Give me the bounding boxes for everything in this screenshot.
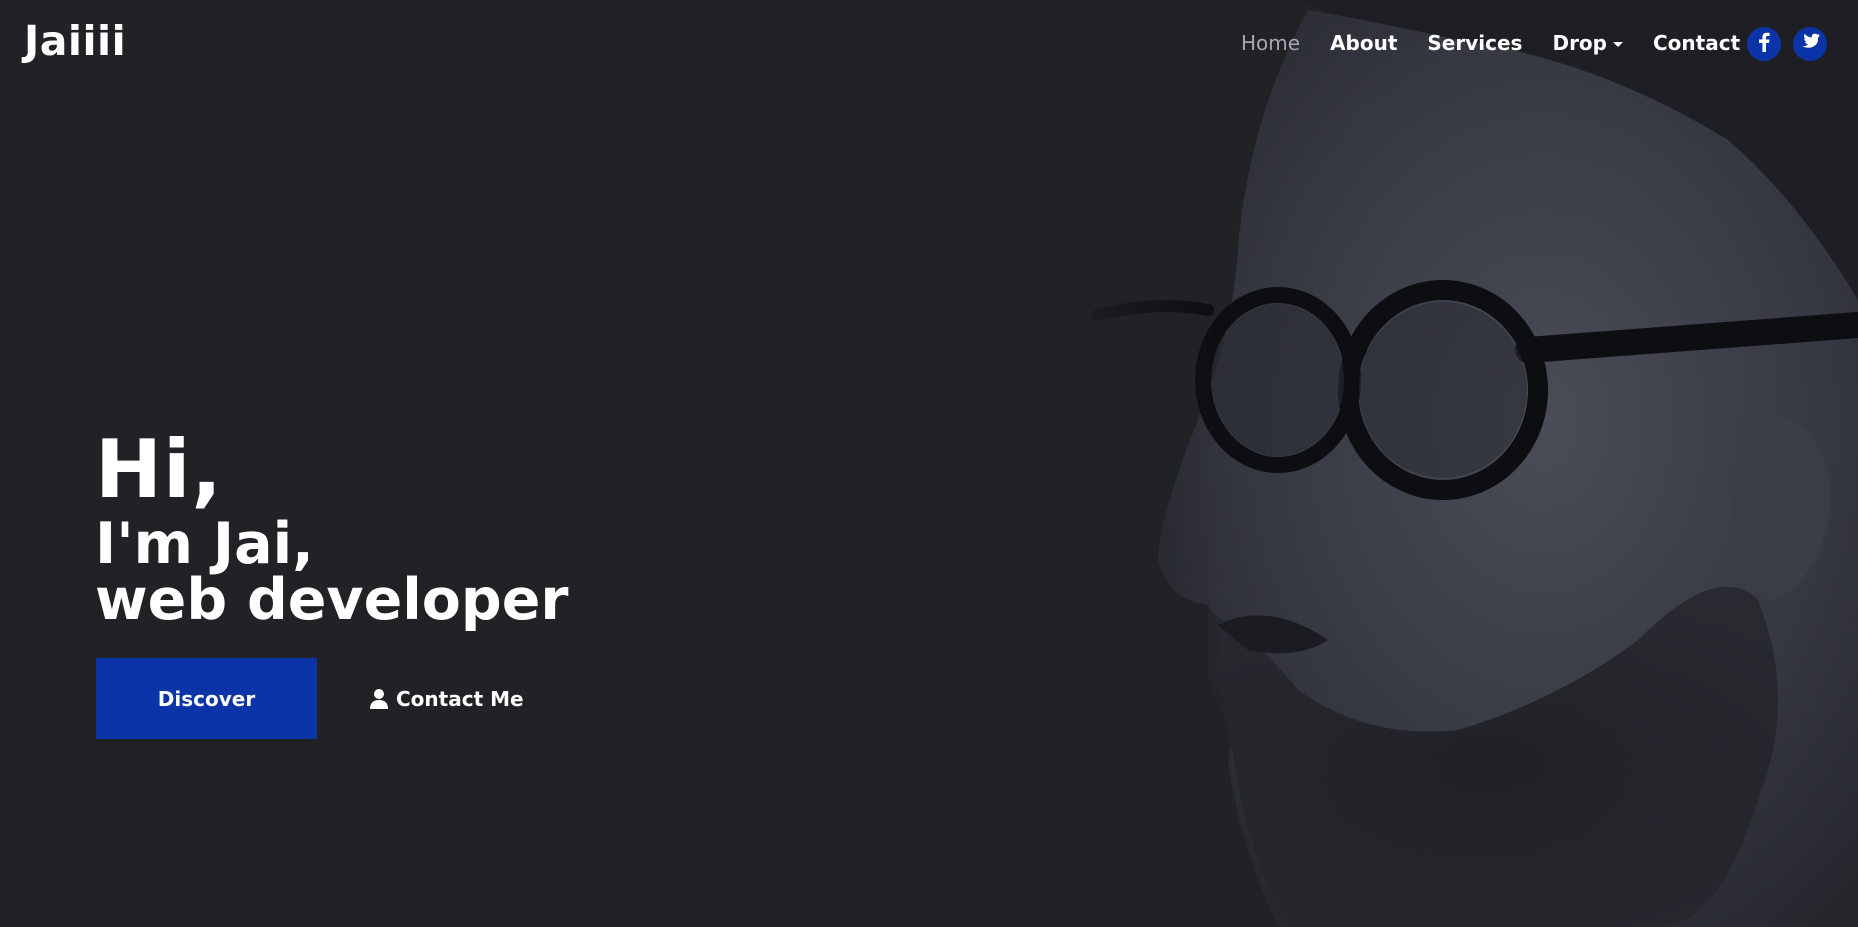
nav-item-home[interactable]: Home xyxy=(1241,31,1300,55)
hero-name-line: I'm Jai, xyxy=(95,511,314,577)
nav-item-drop-label: Drop xyxy=(1552,31,1607,55)
facebook-button[interactable] xyxy=(1747,27,1781,61)
navbar: Jaiiii Home About Services Drop Contact xyxy=(0,0,1858,86)
nav-item-drop[interactable]: Drop xyxy=(1552,31,1623,55)
facebook-icon xyxy=(1758,32,1770,57)
contact-me-label: Contact Me xyxy=(396,687,524,711)
nav-menu: Home About Services Drop Contact xyxy=(1241,31,1770,55)
hero-greeting: Hi, xyxy=(95,423,223,516)
user-icon xyxy=(370,689,388,709)
hero-role-line: web developer xyxy=(95,567,569,633)
discover-button[interactable]: Discover xyxy=(96,658,317,739)
caret-down-icon xyxy=(1613,41,1623,47)
contact-me-button[interactable]: Contact Me xyxy=(370,680,524,718)
nav-item-services[interactable]: Services xyxy=(1427,31,1522,55)
nav-item-contact[interactable]: Contact xyxy=(1653,31,1740,55)
twitter-button[interactable] xyxy=(1793,27,1827,61)
hero-portrait-image xyxy=(1038,0,1858,927)
twitter-icon xyxy=(1800,33,1820,55)
brand-logo[interactable]: Jaiiii xyxy=(24,17,126,65)
nav-item-about[interactable]: About xyxy=(1330,31,1397,55)
hero-headline: Hi, I'm Jai, web developer xyxy=(95,423,569,633)
